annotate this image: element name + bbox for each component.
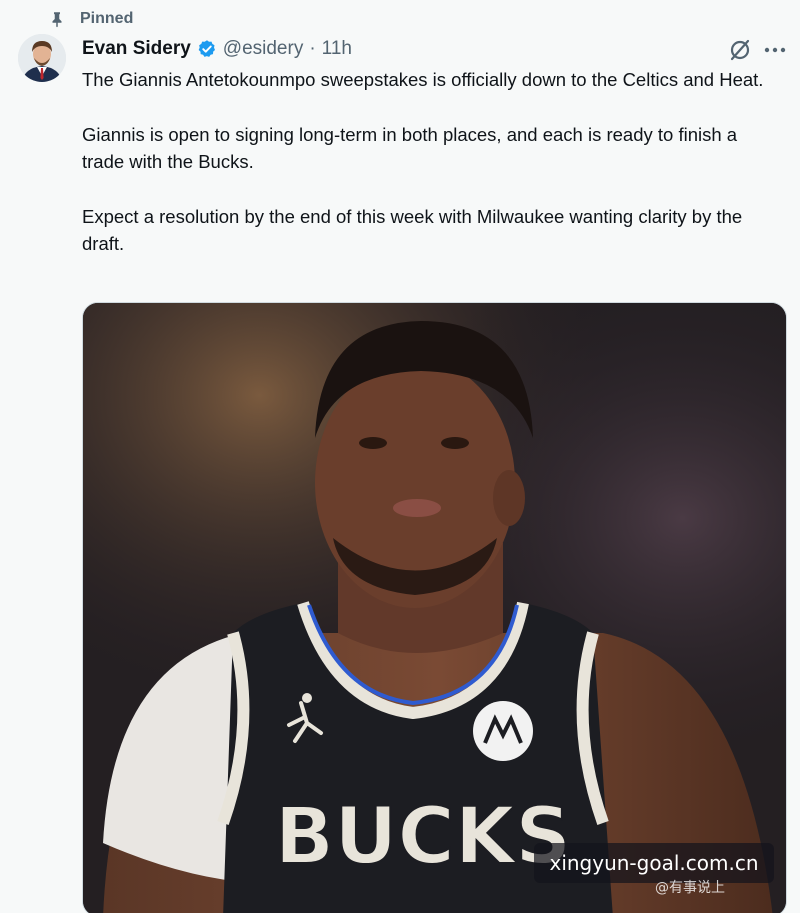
verified-badge-icon [198, 40, 215, 57]
tweet-paragraph: Expect a resolution by the end of this w… [82, 206, 743, 254]
author-display-name[interactable]: Evan Sidery [82, 38, 191, 60]
avatar[interactable] [18, 34, 66, 82]
more-icon[interactable] [762, 38, 788, 62]
tweet-paragraph: The Giannis Antetokounmpo sweepstakes is… [82, 69, 764, 90]
watermark-sub: @有事说上 [655, 880, 725, 896]
pinned-label: Pinned [80, 10, 134, 27]
tweet[interactable]: Pinned Evan Sidery @esidery · 11h The Gi… [0, 0, 800, 913]
grok-icon[interactable] [728, 38, 752, 62]
pinned-indicator: Pinned [48, 8, 133, 30]
tweet-timestamp[interactable]: 11h [322, 38, 352, 60]
tweet-photo[interactable]: BUCKS [82, 302, 787, 913]
pin-icon [52, 12, 62, 28]
tweet-paragraph: Giannis is open to signing long-term in … [82, 124, 738, 172]
separator-dot: · [309, 38, 316, 59]
author-handle[interactable]: @esidery [223, 38, 304, 60]
tweet-text: The Giannis Antetokounmpo sweepstakes is… [82, 66, 782, 285]
tweet-header: Evan Sidery @esidery · 11h [82, 36, 352, 62]
jersey-text: BUCKS [275, 792, 572, 882]
